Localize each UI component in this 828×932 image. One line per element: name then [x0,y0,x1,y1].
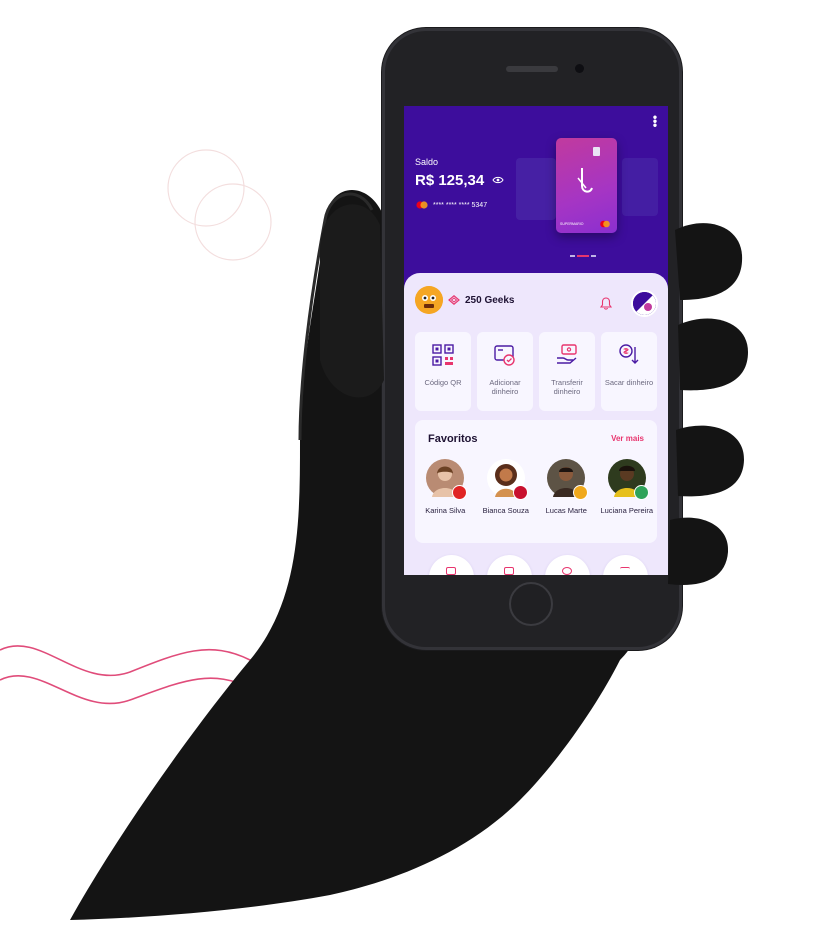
fingers-overlay [320,204,748,585]
